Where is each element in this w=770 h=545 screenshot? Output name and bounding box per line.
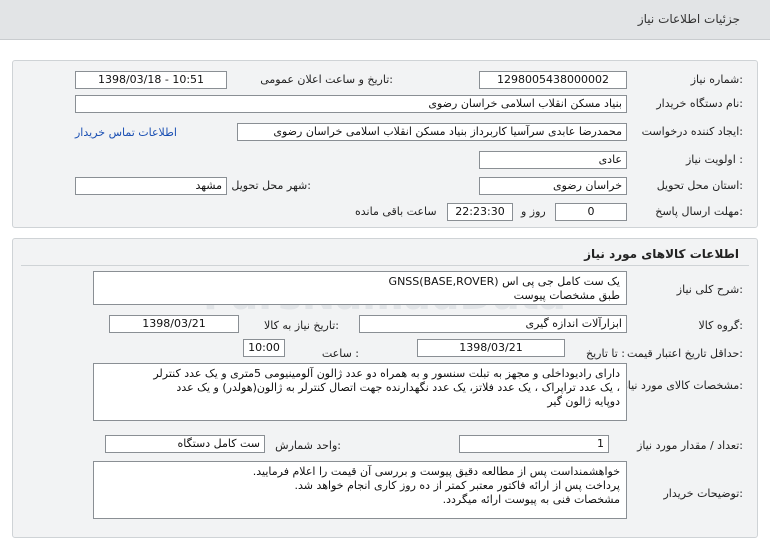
group-label: گروه کالا: xyxy=(698,319,743,332)
buyer-label: نام دستگاه خریدار: xyxy=(656,97,743,110)
deadline-days-field: 0 xyxy=(555,203,627,221)
to-date-field: 1398/03/21 xyxy=(417,339,565,357)
group-field: ابزارآلات اندازه گیری xyxy=(359,315,627,333)
need-date-field: 1398/03/21 xyxy=(109,315,239,333)
summary-line: یک ست کامل جی پی اس (BASE,ROVER)GNSS xyxy=(388,275,620,288)
summary-line: طبق مشخصات پیوست xyxy=(513,289,620,302)
hour-label: ساعت : xyxy=(321,347,359,360)
announce-label: تاریخ و ساعت اعلان عمومی: xyxy=(260,73,393,86)
spec-line: دارای رادیوداخلی و مجهز به تبلت سنسور و … xyxy=(153,367,620,380)
city-label: شهر محل تحویل: xyxy=(231,179,311,192)
need-number-field: 1298005438000002 xyxy=(479,71,627,89)
notes-line: پرداخت پس از ارائه فاکتور معتبر کمتر از … xyxy=(294,479,621,492)
need-date-label: تاریخ نیاز به کالا: xyxy=(264,319,339,332)
qty-field: 1 xyxy=(459,435,609,453)
spec-line: دوپایه ژالون گیر xyxy=(547,395,620,408)
section-divider xyxy=(21,265,749,266)
notes-field: خواهشمنداست پس از مطالعه دقیق پیوست و بر… xyxy=(93,461,627,519)
summary-label: شرح کلی نیاز: xyxy=(676,283,743,296)
need-info-panel: شماره نیاز: 1298005438000002 تاریخ و ساع… xyxy=(12,60,758,228)
goods-panel: اطلاعات کالاهای مورد نیاز ParsNamadData … xyxy=(12,238,758,538)
notes-line: خواهشمنداست پس از مطالعه دقیق پیوست و بر… xyxy=(252,465,620,478)
validity-label: حداقل تاریخ اعتبار قیمت: xyxy=(627,347,743,360)
spec-line: ، یک عدد تراپراک ، یک عدد فلاتز، یک عدد … xyxy=(176,381,620,394)
buyer-contact-link[interactable]: اطلاعات تماس خریدار xyxy=(75,126,177,139)
unit-label: واحد شمارش: xyxy=(275,439,341,452)
deadline-time-field: 22:23:30 xyxy=(447,203,513,221)
creator-label: ایجاد کننده درخواست: xyxy=(641,125,743,138)
announce-datetime-field: 1398/03/18 - 10:51 xyxy=(75,71,227,89)
priority-label: اولویت نیاز : xyxy=(685,153,743,166)
qty-label: تعداد / مقدار مورد نیاز: xyxy=(637,439,743,452)
page-title: جزئیات اطلاعات نیاز xyxy=(637,12,740,26)
days-word: روز و xyxy=(521,205,546,218)
creator-field: محمدرضا عابدی سرآسیا کاربرداز بنیاد مسکن… xyxy=(237,123,627,141)
deadline-label: مهلت ارسال پاسخ: xyxy=(655,205,743,218)
summary-field: یک ست کامل جی پی اس (BASE,ROVER)GNSS طبق… xyxy=(93,271,627,305)
province-label: استان محل تحویل: xyxy=(656,179,743,192)
goods-section-title: اطلاعات کالاهای مورد نیاز xyxy=(584,247,739,261)
spec-label: مشخصات کالای مورد نیاز: xyxy=(622,379,743,392)
province-field: خراسان رضوی xyxy=(479,177,627,195)
notes-line: مشخصات فنی به پیوست ارائه میگردد. xyxy=(442,493,620,506)
remaining-word: ساعت باقی مانده xyxy=(355,205,437,218)
need-number-label: شماره نیاز: xyxy=(690,73,743,86)
hour-field: 10:00 xyxy=(243,339,285,357)
priority-field: عادی xyxy=(479,151,627,169)
buyer-field: بنیاد مسکن انقلاب اسلامی خراسان رضوی xyxy=(75,95,627,113)
spec-field: دارای رادیوداخلی و مجهز به تبلت سنسور و … xyxy=(93,363,627,421)
notes-label: توضیحات خریدار: xyxy=(663,487,744,500)
page-header: جزئیات اطلاعات نیاز xyxy=(0,0,770,40)
unit-field: ست کامل دستگاه xyxy=(105,435,265,453)
to-date-label: تا تاریخ : xyxy=(586,347,625,360)
city-field: مشهد xyxy=(75,177,227,195)
